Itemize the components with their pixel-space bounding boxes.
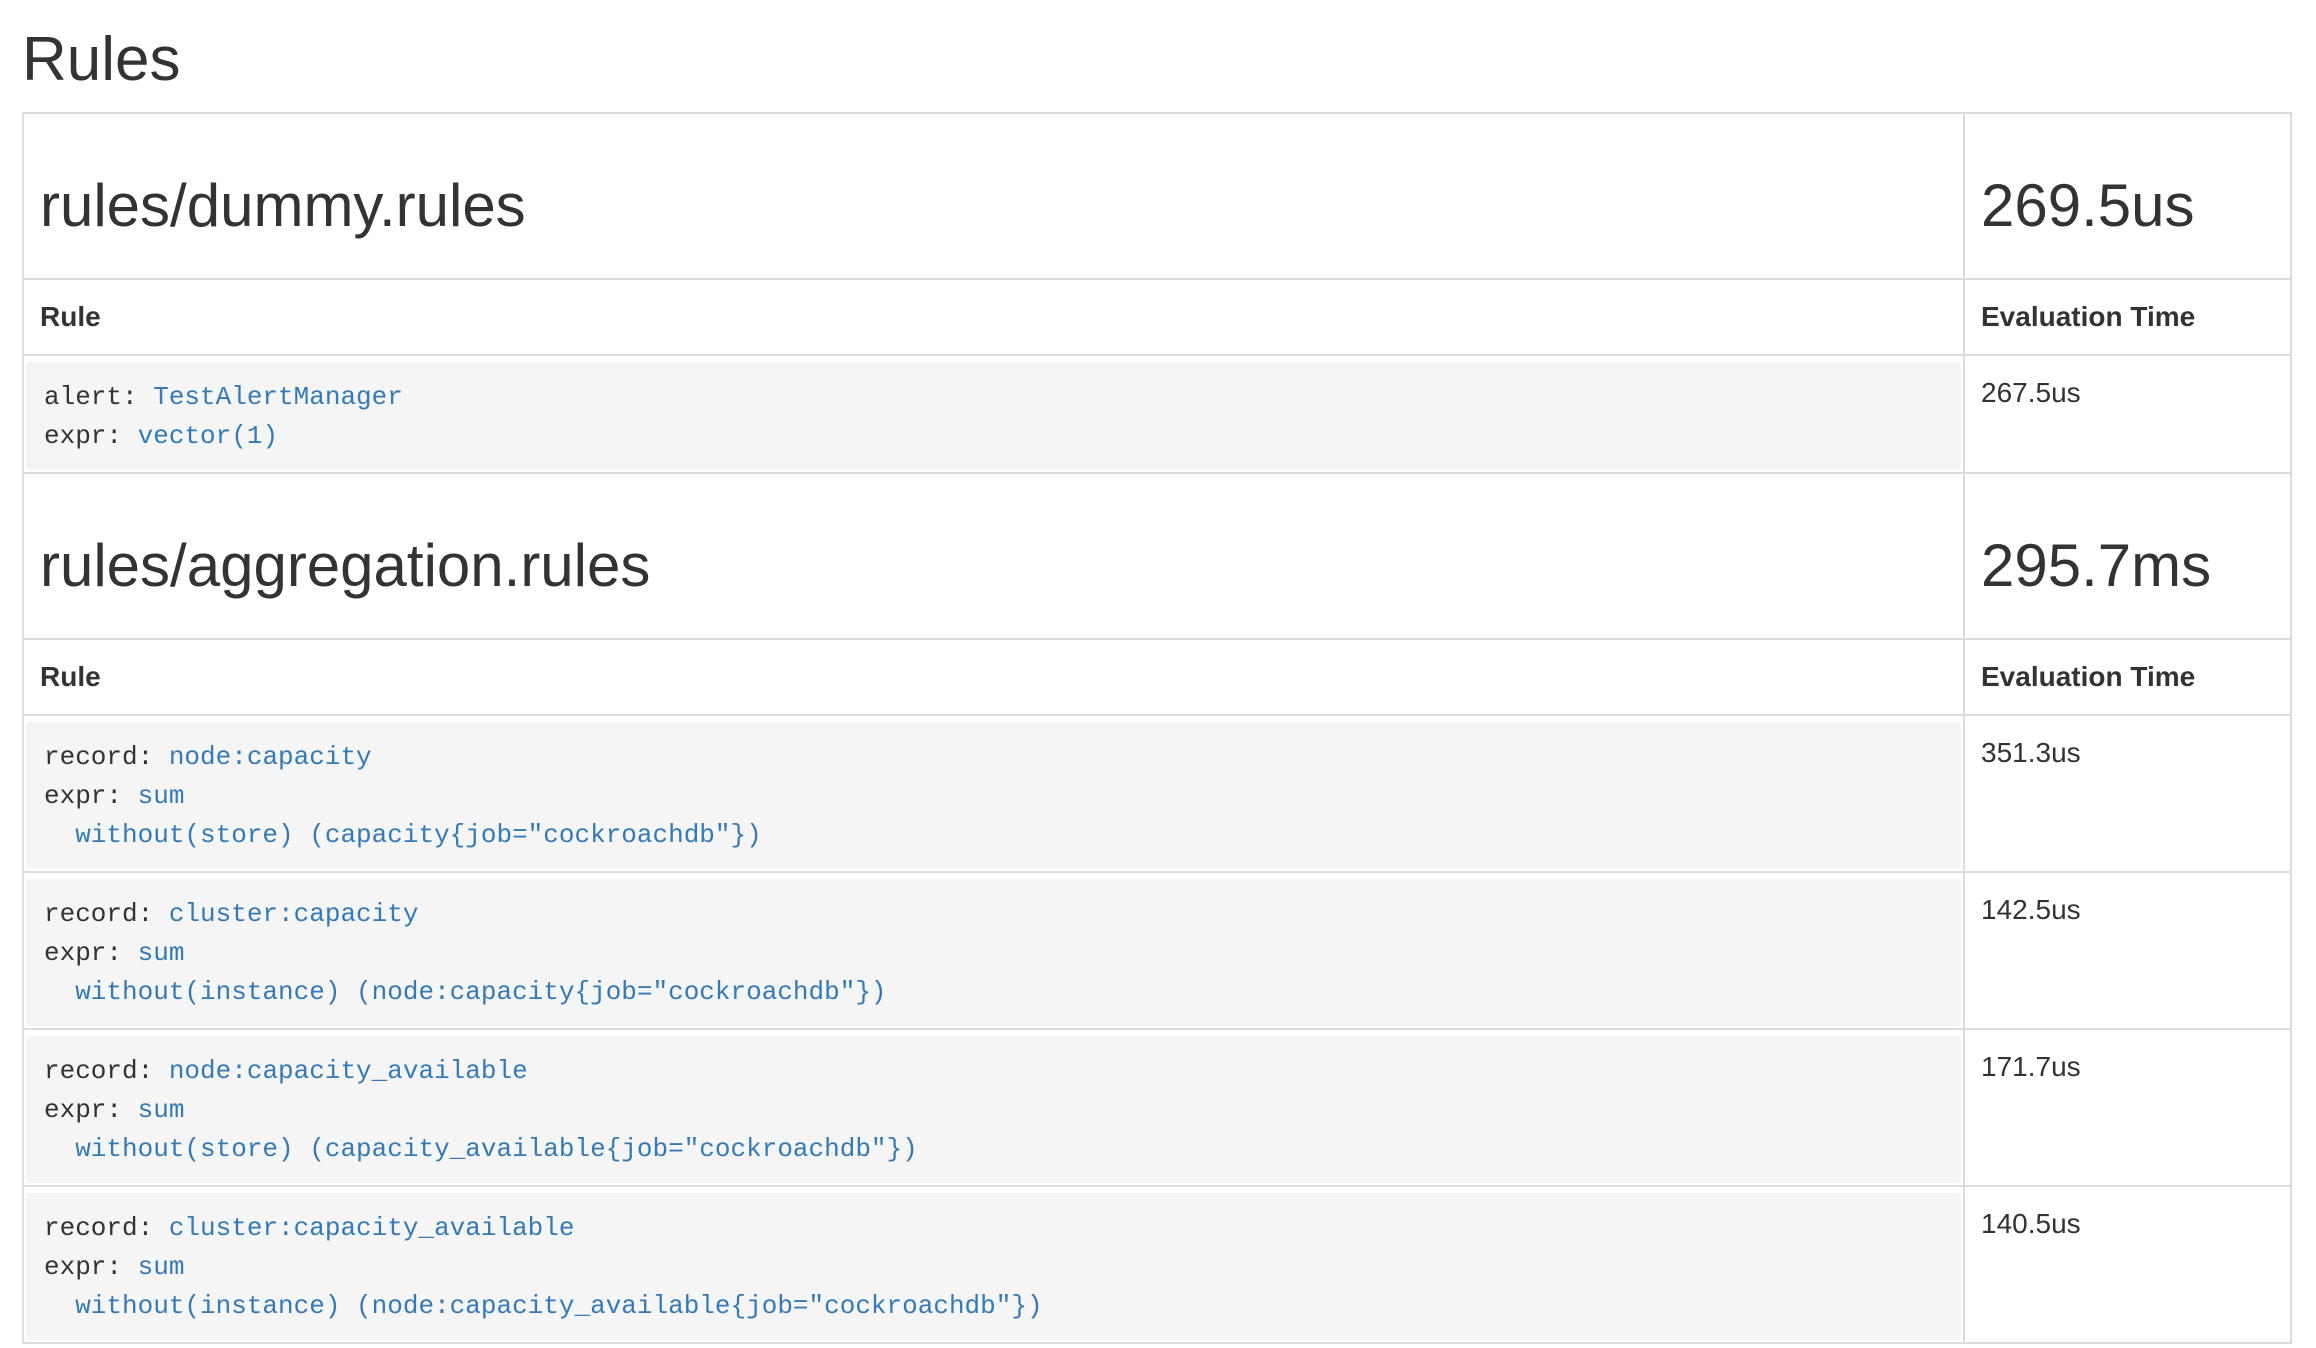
group-evaluation-time: 269.5us [1981,170,2274,242]
rule-line: expr: sum [44,1248,1943,1287]
rule-group-time-cell: 295.7ms [1964,473,2291,639]
rule-cell: record: cluster:capacityexpr: sum withou… [23,872,1964,1029]
rule-value-link[interactable]: node:capacity [169,742,372,772]
rule-group-file-cell: rules/dummy.rules [23,113,1964,279]
rule-group-header-row: rules/dummy.rules 269.5us [23,113,2291,279]
rule-row: alert: TestAlertManagerexpr: vector(1) 2… [23,355,2291,473]
rule-definition: record: cluster:capacityexpr: sum withou… [26,879,1961,1026]
rule-line: record: node:capacity_available [44,1052,1943,1091]
rule-column-header: Rule [23,639,1964,715]
column-header-row: Rule Evaluation Time [23,639,2291,715]
rule-definition: record: cluster:capacity_availableexpr: … [26,1193,1961,1340]
rule-keyword: record: [44,899,169,929]
rule-cell: alert: TestAlertManagerexpr: vector(1) [23,355,1964,473]
rule-line: without(store) (capacity_available{job="… [44,1130,1943,1169]
rule-evaluation-time: 171.7us [1964,1029,2291,1186]
rule-evaluation-time: 351.3us [1964,715,2291,872]
rule-keyword: record: [44,742,169,772]
rule-evaluation-time: 142.5us [1964,872,2291,1029]
rule-keyword: alert: [44,382,153,412]
rule-value-link[interactable]: without(store) (capacity{job="cockroachd… [44,820,762,850]
rule-value-link[interactable]: sum [138,781,185,811]
rule-line: expr: sum [44,1091,1943,1130]
rule-value-link[interactable]: cluster:capacity [169,899,419,929]
rule-value-link[interactable]: without(instance) (node:capacity{job="co… [44,977,887,1007]
rule-cell: record: node:capacity_availableexpr: sum… [23,1029,1964,1186]
rule-line: without(instance) (node:capacity_availab… [44,1287,1943,1326]
rule-keyword: expr: [44,938,138,968]
rule-evaluation-time: 140.5us [1964,1186,2291,1343]
page-title: Rules [22,26,2292,94]
rule-line: without(instance) (node:capacity{job="co… [44,973,1943,1012]
rule-value-link[interactable]: node:capacity_available [169,1056,528,1086]
rule-value-link[interactable]: sum [138,938,185,968]
rule-line: record: node:capacity [44,738,1943,777]
rule-line: expr: sum [44,777,1943,816]
rule-group-file-cell: rules/aggregation.rules [23,473,1964,639]
rule-row: record: node:capacity_availableexpr: sum… [23,1029,2291,1186]
evaluation-time-column-header: Evaluation Time [1964,279,2291,355]
rule-value-link[interactable]: without(instance) (node:capacity_availab… [44,1291,1043,1321]
rule-line: expr: vector(1) [44,417,1943,456]
rule-value-link[interactable]: TestAlertManager [153,382,403,412]
rule-value-link[interactable]: sum [138,1095,185,1125]
rule-value-link[interactable]: without(store) (capacity_available{job="… [44,1134,918,1164]
rule-file-title: rules/aggregation.rules [40,530,1947,602]
rule-keyword: record: [44,1213,169,1243]
rule-line: alert: TestAlertManager [44,378,1943,417]
rule-keyword: expr: [44,421,138,451]
rule-group-header-row: rules/aggregation.rules 295.7ms [23,473,2291,639]
rule-keyword: expr: [44,1252,138,1282]
rule-line: record: cluster:capacity [44,895,1943,934]
rule-definition: alert: TestAlertManagerexpr: vector(1) [26,362,1961,470]
evaluation-time-column-header: Evaluation Time [1964,639,2291,715]
rule-group-time-cell: 269.5us [1964,113,2291,279]
rules-table: rules/dummy.rules 269.5us Rule Evaluatio… [22,112,2292,1344]
rule-value-link[interactable]: vector(1) [138,421,278,451]
rule-keyword: record: [44,1056,169,1086]
rule-line: expr: sum [44,934,1943,973]
rule-cell: record: node:capacityexpr: sum without(s… [23,715,1964,872]
group-evaluation-time: 295.7ms [1981,530,2274,602]
rule-cell: record: cluster:capacity_availableexpr: … [23,1186,1964,1343]
rule-row: record: node:capacityexpr: sum without(s… [23,715,2291,872]
rule-row: record: cluster:capacityexpr: sum withou… [23,872,2291,1029]
rule-line: record: cluster:capacity_available [44,1209,1943,1248]
rule-keyword: expr: [44,781,138,811]
rule-keyword: expr: [44,1095,138,1125]
rule-definition: record: node:capacity_availableexpr: sum… [26,1036,1961,1183]
rule-definition: record: node:capacityexpr: sum without(s… [26,722,1961,869]
rule-evaluation-time: 267.5us [1964,355,2291,473]
rule-file-title: rules/dummy.rules [40,170,1947,242]
rule-value-link[interactable]: sum [138,1252,185,1282]
rule-line: without(store) (capacity{job="cockroachd… [44,816,1943,855]
column-header-row: Rule Evaluation Time [23,279,2291,355]
rule-value-link[interactable]: cluster:capacity_available [169,1213,575,1243]
rule-column-header: Rule [23,279,1964,355]
rules-page: Rules rules/dummy.rules 269.5us Rule Eva… [0,26,2316,1344]
rule-row: record: cluster:capacity_availableexpr: … [23,1186,2291,1343]
